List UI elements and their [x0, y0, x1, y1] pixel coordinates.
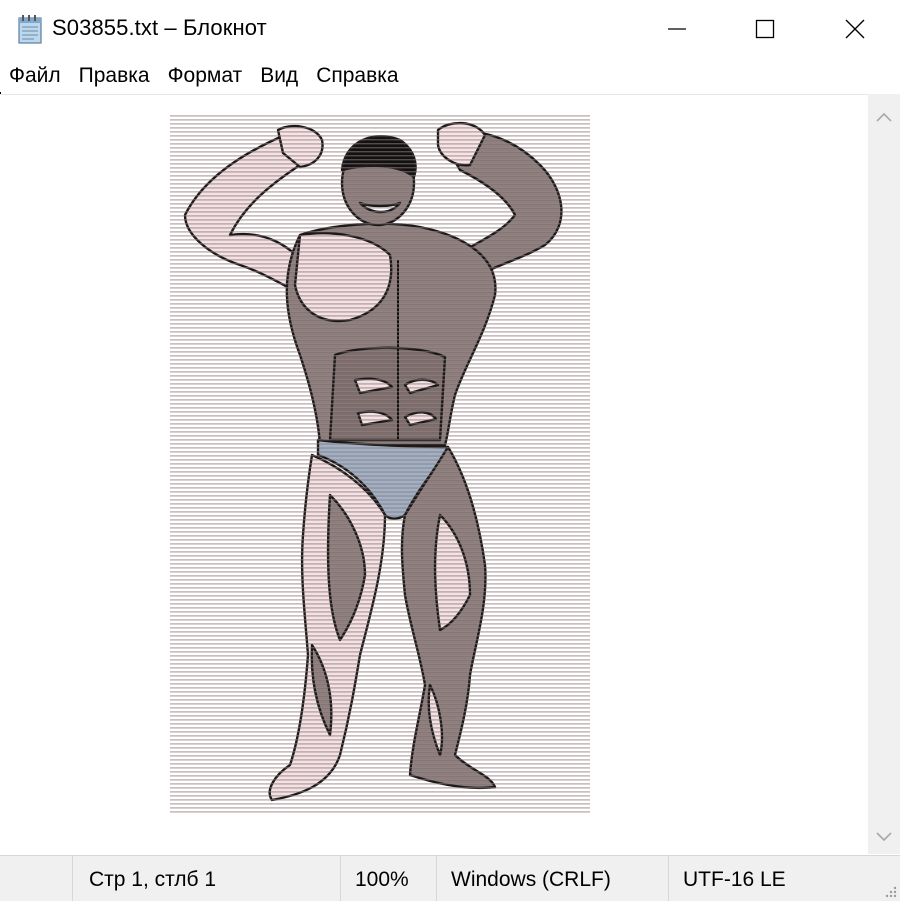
- scroll-up-button[interactable]: [868, 100, 900, 134]
- chevron-down-icon: [876, 832, 892, 842]
- menu-view[interactable]: Вид: [251, 58, 307, 94]
- scroll-down-button[interactable]: [868, 820, 900, 854]
- status-line-endings: Windows (CRLF): [436, 856, 668, 901]
- title-bar: S03855.txt – Блокнот: [0, 0, 900, 58]
- menu-edit[interactable]: Правка: [70, 58, 159, 94]
- menu-format[interactable]: Формат: [159, 58, 252, 94]
- close-button[interactable]: [810, 0, 900, 58]
- text-editor-area[interactable]: [0, 94, 868, 855]
- status-bar: Стр 1, стлб 1 100% Windows (CRLF) UTF-16…: [0, 855, 900, 901]
- maximize-icon: [755, 19, 775, 39]
- close-icon: [845, 19, 865, 39]
- resize-grip-icon[interactable]: [883, 884, 897, 898]
- maximize-button[interactable]: [720, 0, 810, 58]
- status-empty-cell: [0, 856, 72, 901]
- menu-help[interactable]: Справка: [307, 58, 407, 94]
- status-zoom: 100%: [340, 856, 436, 901]
- menu-file[interactable]: Файл: [0, 58, 70, 94]
- status-encoding: UTF-16 LE: [668, 856, 900, 901]
- ascii-art-bodybuilder: [170, 115, 590, 815]
- notepad-icon: [16, 14, 44, 44]
- vertical-scrollbar[interactable]: [868, 94, 900, 854]
- minimize-button[interactable]: [632, 0, 722, 58]
- status-cursor-position: Стр 1, стлб 1: [72, 856, 340, 901]
- menu-bar: Файл Правка Формат Вид Справка: [0, 58, 900, 94]
- chevron-up-icon: [876, 112, 892, 122]
- window-title: S03855.txt – Блокнот: [52, 15, 267, 40]
- minimize-icon: [668, 28, 686, 30]
